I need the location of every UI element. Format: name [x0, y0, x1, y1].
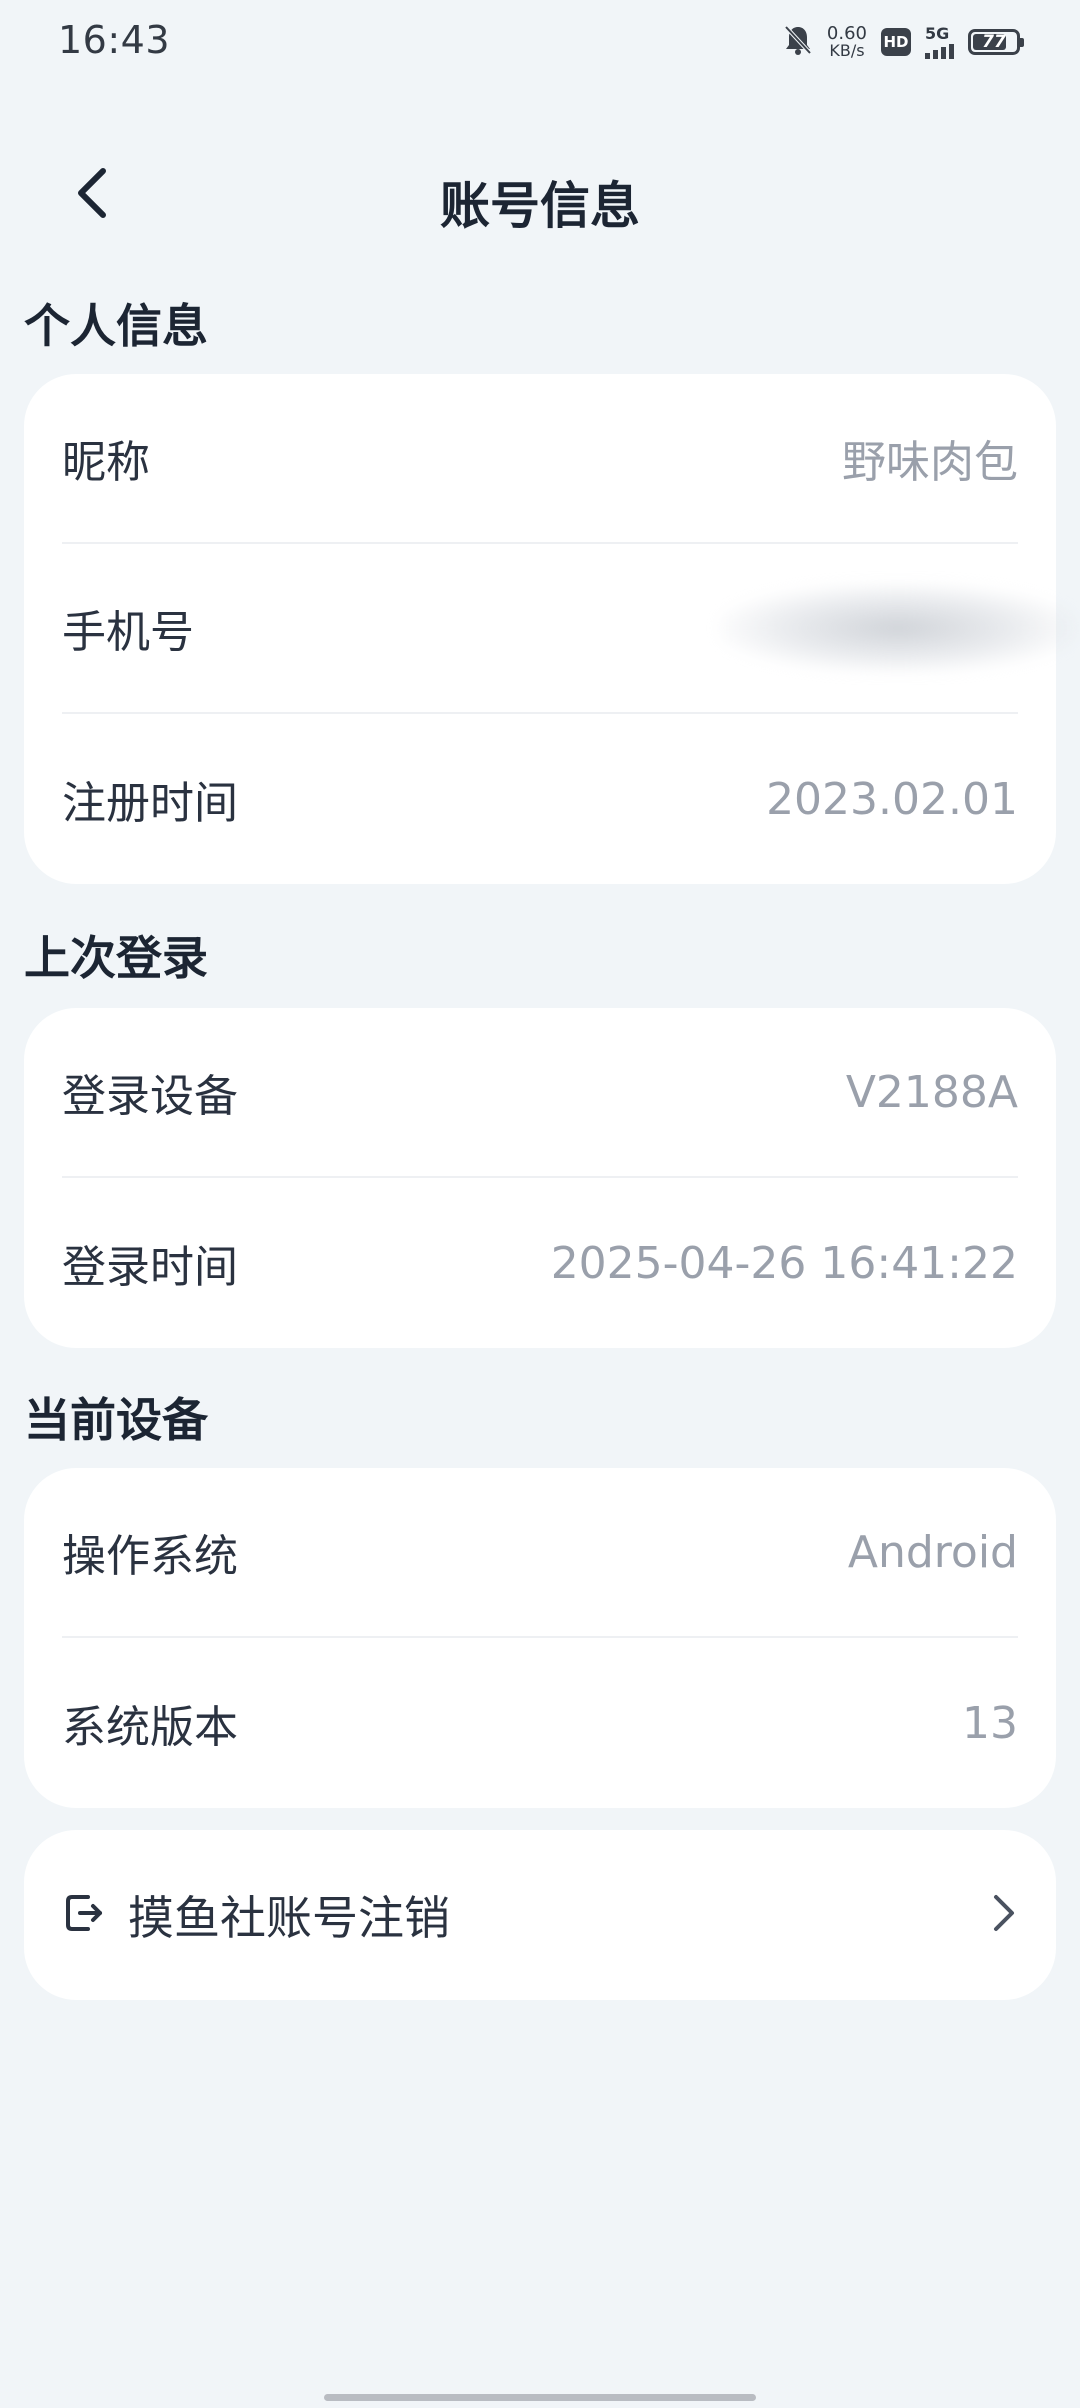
battery-icon: 77: [968, 29, 1024, 55]
row-value: 2025-04-26 16:41:22: [550, 1237, 1018, 1289]
row-label: 昵称: [62, 437, 150, 488]
status-time: 16:43: [58, 18, 171, 62]
row-login-device: 登录设备 V2188A: [62, 1008, 1018, 1178]
row-os: 操作系统 Android: [62, 1468, 1018, 1638]
row-login-time: 登录时间 2025-04-26 16:41:22: [62, 1178, 1018, 1348]
deactivate-account-button[interactable]: 摸鱼社账号注销: [62, 1830, 1018, 2000]
battery-level: 77: [982, 32, 1006, 52]
row-label: 系统版本: [62, 1702, 238, 1753]
row-label: 登录设备: [62, 1071, 238, 1122]
section-title-current-device: 当前设备: [24, 1393, 208, 1447]
hd-icon: HD: [881, 28, 911, 56]
personal-info-card: 昵称 野味肉包 手机号 注册时间 2023.02.01: [24, 374, 1078, 884]
blurred-phone-value: [718, 583, 1078, 673]
row-label: 注册时间: [62, 778, 238, 829]
last-login-card: 登录设备 V2188A 登录时间 2025-04-26 16:41:22: [24, 1008, 1056, 1348]
status-icons: 0.60 KB/s HD 5G 77: [783, 22, 1024, 62]
row-phone[interactable]: 手机号: [62, 544, 1078, 714]
chevron-right-icon: [990, 1891, 1018, 1939]
mute-bell-icon: [783, 24, 813, 60]
row-value: V2188A: [845, 1066, 1018, 1118]
section-title-last-login: 上次登录: [24, 931, 208, 985]
row-os-version: 系统版本 13: [62, 1638, 1018, 1808]
network-type: 5G: [925, 23, 950, 43]
row-value: 野味肉包: [842, 437, 1018, 488]
status-bar: 16:43 0.60 KB/s HD 5G 77: [0, 0, 1080, 84]
row-value: 2023.02.01: [766, 773, 1018, 825]
deactivate-card: 摸鱼社账号注销: [24, 1830, 1056, 2000]
row-nickname[interactable]: 昵称 野味肉包: [62, 374, 1018, 544]
section-title-personal: 个人信息: [24, 299, 208, 353]
signal-icon: 5G: [925, 23, 954, 59]
page-title: 账号信息: [440, 177, 640, 235]
row-label: 操作系统: [62, 1531, 238, 1582]
header: 账号信息: [0, 150, 1080, 240]
row-value: Android: [847, 1526, 1018, 1578]
deactivate-label: 摸鱼社账号注销: [128, 1891, 450, 1945]
row-value: 13: [962, 1697, 1018, 1749]
home-indicator[interactable]: [324, 2394, 756, 2401]
net-speed: 0.60 KB/s: [827, 25, 867, 59]
row-register-time: 注册时间 2023.02.01: [62, 714, 1018, 884]
row-label: 手机号: [62, 607, 194, 658]
net-speed-unit: KB/s: [829, 41, 865, 60]
row-label: 登录时间: [62, 1242, 238, 1293]
logout-icon: [62, 1891, 106, 1939]
current-device-card: 操作系统 Android 系统版本 13: [24, 1468, 1056, 1808]
